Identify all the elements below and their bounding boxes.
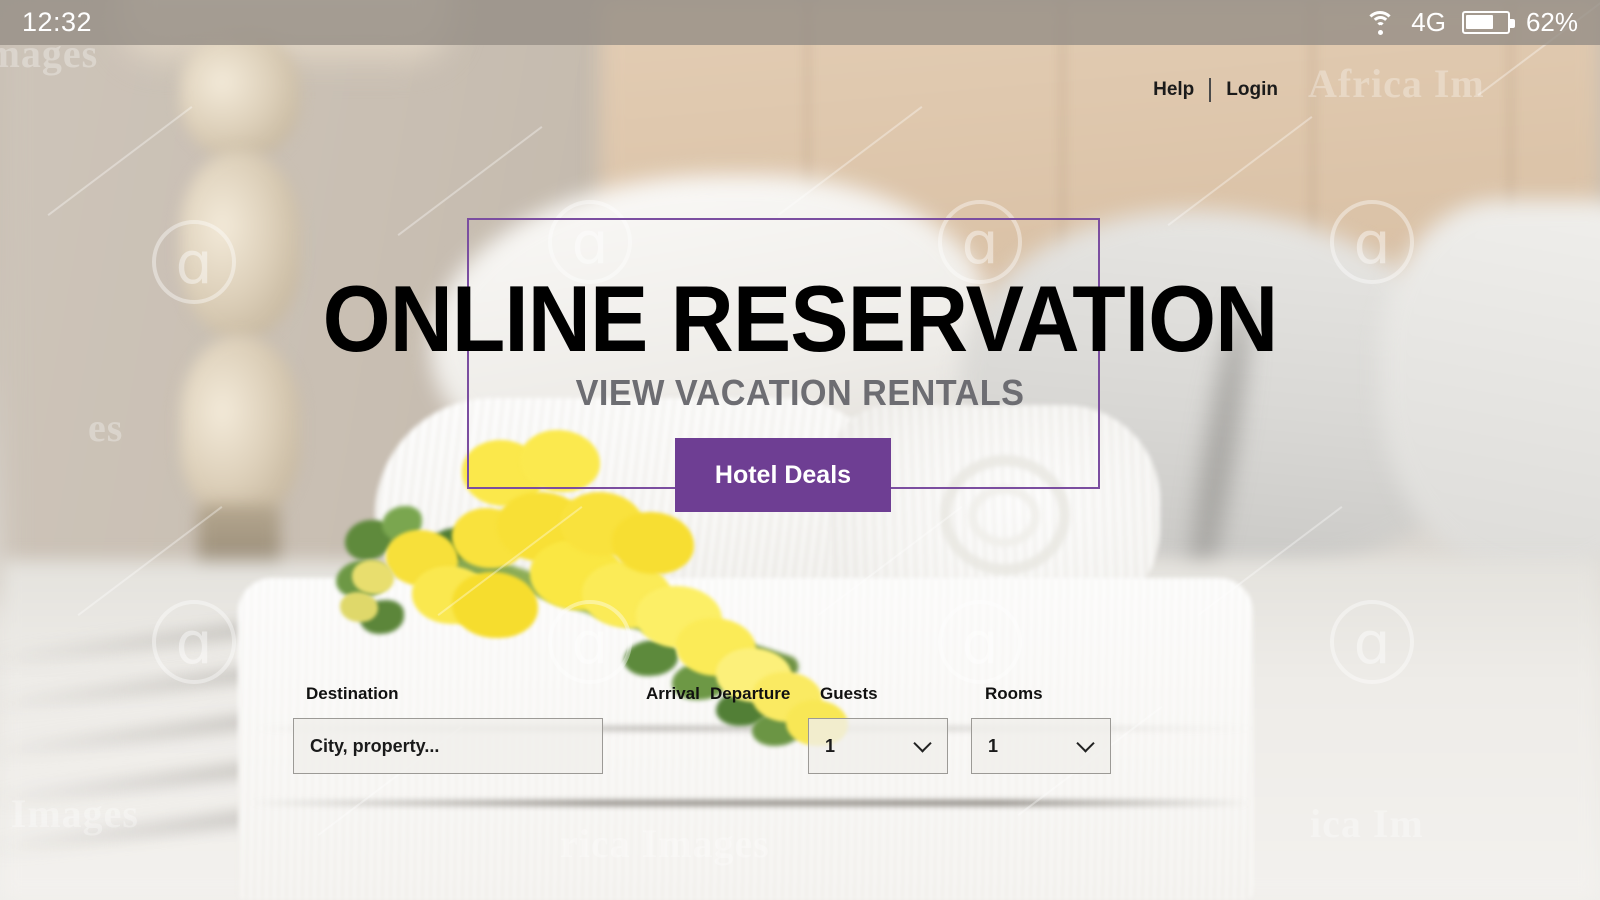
rooms-select[interactable]: 1: [971, 718, 1111, 774]
page-title: ONLINE RESERVATION: [322, 266, 1279, 371]
chevron-down-icon: [913, 734, 932, 753]
status-indicators: 4G 62%: [1365, 7, 1578, 38]
watermark-logo: ɑ: [152, 600, 236, 684]
watermark-text: ica Im: [1310, 801, 1424, 846]
reservation-search-bar: Destination City, property... Arrival De…: [0, 684, 1600, 784]
flower-petal: [452, 572, 538, 638]
chevron-down-icon: [1076, 734, 1095, 753]
rooms-label: Rooms: [985, 684, 1043, 703]
watermark-logo: ɑ: [1330, 600, 1414, 684]
status-clock: 12:32: [22, 7, 93, 37]
help-link[interactable]: Help: [1153, 79, 1194, 101]
destination-label: Destination: [306, 684, 399, 703]
guests-select[interactable]: 1: [808, 718, 948, 774]
departure-label: Departure: [710, 684, 791, 703]
watermark-text: Africa Im: [1308, 61, 1485, 106]
flower-bud: [352, 560, 394, 594]
rooms-value: 1: [988, 735, 999, 756]
guests-label: Guests: [820, 684, 878, 703]
login-link[interactable]: Login: [1226, 79, 1278, 101]
status-bar: 12:32 4G 62%: [0, 0, 1600, 45]
network-type-label: 4G: [1411, 7, 1446, 37]
page-subtitle: VIEW VACATION RENTALS: [575, 372, 1025, 413]
watermark-text: ca Images: [0, 791, 139, 836]
battery-icon: [1461, 11, 1515, 34]
wifi-icon: [1365, 10, 1396, 35]
flower-petal: [612, 512, 694, 574]
top-navigation: Help Login: [1153, 78, 1278, 102]
towel-swirl: [968, 485, 1040, 547]
flower-bud: [340, 592, 378, 622]
arrival-label: Arrival: [646, 684, 700, 703]
battery-percent-label: 62%: [1525, 7, 1578, 37]
watermark-logo: ɑ: [938, 600, 1022, 684]
hotel-deals-button[interactable]: Hotel Deals: [675, 438, 891, 512]
watermark-logo: ɑ: [548, 600, 632, 684]
destination-placeholder: City, property...: [310, 735, 440, 756]
guests-value: 1: [825, 735, 836, 756]
lamp-base: [180, 30, 300, 160]
towel-stack-edge: [250, 800, 1250, 806]
nav-divider: [1209, 78, 1212, 102]
destination-input[interactable]: City, property...: [293, 718, 603, 774]
watermark-text: rica Images: [560, 821, 770, 866]
